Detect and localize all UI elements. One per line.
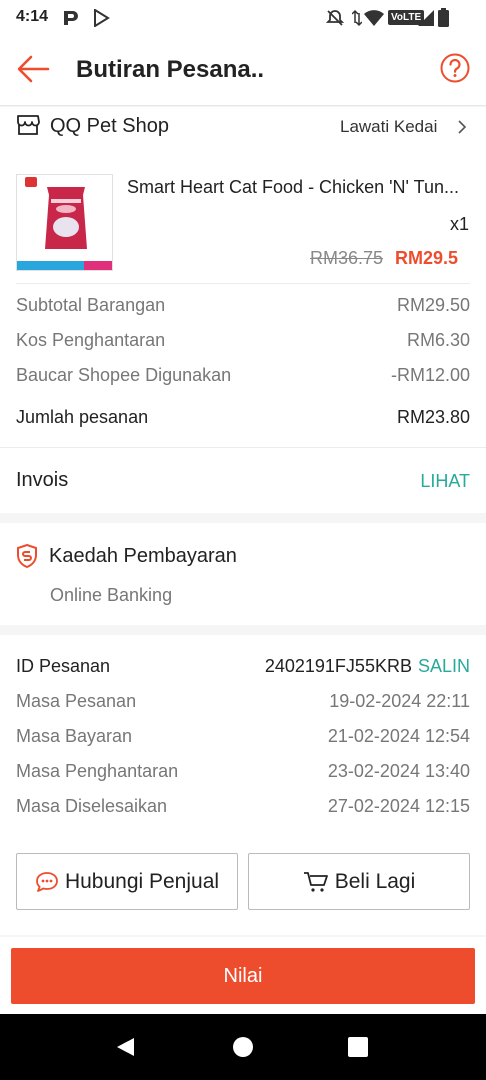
status-time: 4:14 (16, 8, 49, 25)
chevron-right-icon (457, 119, 467, 140)
order-id-group: 2402191FJ55KRB SALIN (265, 656, 470, 677)
p-app-icon (62, 9, 80, 32)
signal-icon (418, 10, 434, 31)
voucher-value: -RM12.00 (390, 365, 470, 385)
divider (16, 283, 470, 284)
order-total-value: RM23.80 (396, 407, 470, 427)
shipping-value: RM6.30 (406, 330, 470, 350)
summary-row: Kos Penghantaran RM6.30 (16, 330, 470, 354)
completed-time-value: 27-02-2024 12:15 (327, 796, 470, 816)
subtotal-label: Subtotal Barangan (16, 295, 166, 315)
shipping-time-value: 23-02-2024 13:40 (327, 761, 470, 781)
subtotal-value: RM29.50 (396, 295, 470, 315)
shop-row[interactable]: QQ Pet Shop Lawati Kedai (0, 107, 486, 151)
rate-button[interactable]: Nilai (11, 948, 475, 1004)
order-id-label: ID Pesanan (16, 656, 111, 676)
battery-icon (438, 8, 449, 32)
rate-button-label: Nilai (223, 964, 263, 987)
product-row[interactable]: Smart Heart Cat Food - Chicken 'N' Tun..… (0, 169, 486, 275)
shipping-label: Kos Penghantaran (16, 330, 166, 350)
thumbnail-band-right (84, 261, 112, 270)
contact-seller-button[interactable]: Hubungi Penjual (16, 853, 238, 910)
cat-food-bag-image (45, 187, 87, 249)
payment-shield-icon (16, 543, 38, 573)
payment-method: Online Banking (50, 585, 173, 605)
wifi-icon (364, 10, 384, 31)
payment-title: Kaedah Pembayaran (49, 545, 237, 567)
payment-time-label: Masa Bayaran (16, 726, 133, 746)
order-total-label: Jumlah pesanan (16, 407, 149, 427)
sale-price: RM29.5 (395, 248, 459, 268)
shop-name: QQ Pet Shop (50, 115, 169, 137)
invoice-view-link[interactable]: LIHAT (420, 471, 470, 492)
voucher-label: Baucar Shopee Digunakan (16, 365, 232, 385)
order-time-label: Masa Pesanan (16, 691, 137, 711)
payment-time-value: 21-02-2024 12:54 (327, 726, 470, 746)
summary-row: Baucar Shopee Digunakan -RM12.00 (16, 365, 470, 389)
buy-again-label: Beli Lagi (334, 869, 416, 893)
back-arrow-icon[interactable] (16, 54, 50, 89)
order-items-section: QQ Pet Shop Lawati Kedai Smart Heart Cat… (0, 107, 486, 513)
cart-icon (303, 871, 329, 893)
invoice-label: Invois (16, 469, 69, 491)
status-bar: 4:14 VoLTE (0, 0, 486, 38)
payment-section: Kaedah Pembayaran Online Banking (0, 523, 486, 625)
bottom-action-bar: Nilai (0, 937, 486, 1014)
help-icon[interactable] (440, 53, 470, 88)
nav-recents-icon[interactable] (348, 1037, 368, 1062)
divider (0, 447, 486, 448)
order-time-value: 19-02-2024 22:11 (329, 691, 470, 711)
order-total-row: Jumlah pesanan RM23.80 (16, 407, 470, 431)
shipping-time-label: Masa Penghantaran (16, 761, 179, 781)
product-thumbnail (16, 174, 113, 271)
completed-time-label: Masa Diselesaikan (16, 796, 168, 816)
product-quantity: x1 (449, 214, 469, 234)
shop-icon (16, 114, 40, 141)
summary-row: Subtotal Barangan RM29.50 (16, 295, 470, 319)
thumbnail-band-left (17, 261, 84, 270)
original-price: RM36.75 (310, 248, 384, 268)
app-header: Butiran Pesana.. (0, 38, 486, 106)
system-nav-bar (0, 1014, 486, 1080)
product-name: Smart Heart Cat Food - Chicken 'N' Tun..… (127, 177, 459, 197)
mute-icon (325, 9, 345, 32)
page-title: Butiran Pesana.. (76, 56, 265, 83)
order-id-value: 2402191FJ55KRB (264, 656, 412, 676)
visit-shop-link[interactable]: Lawati Kedai (340, 117, 437, 137)
nav-home-icon[interactable] (232, 1036, 254, 1063)
invoice-row[interactable]: Invois LIHAT (16, 468, 470, 496)
chat-bubble-icon (35, 871, 59, 893)
copy-order-id-button[interactable]: SALIN (418, 656, 470, 677)
brand-logo-icon (25, 177, 37, 187)
nav-back-icon[interactable] (114, 1036, 136, 1063)
order-info-section: ID Pesanan 2402191FJ55KRB SALIN Masa Pes… (0, 635, 486, 935)
play-store-icon (92, 8, 110, 32)
data-arrows-icon (351, 9, 363, 32)
contact-seller-label: Hubungi Penjual (64, 869, 220, 893)
buy-again-button[interactable]: Beli Lagi (248, 853, 470, 910)
